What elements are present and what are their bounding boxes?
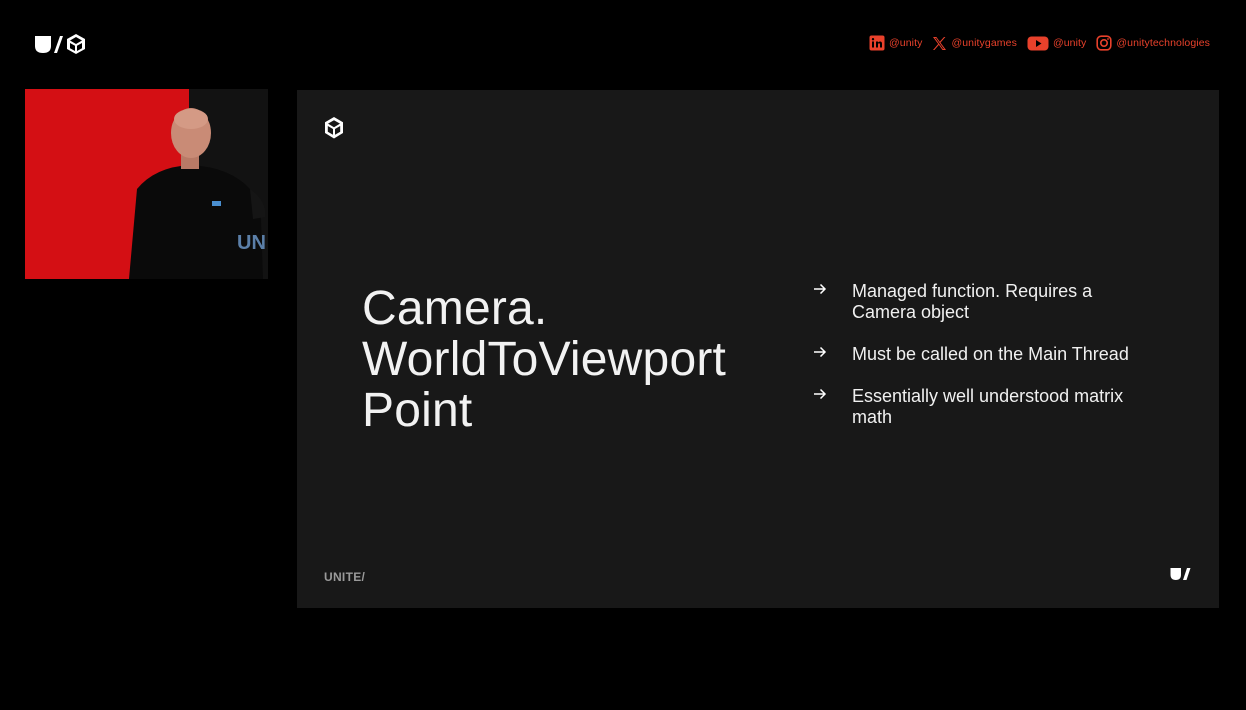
unity-cube-icon [324,117,344,144]
backdrop-text: UN [237,232,266,254]
linkedin-icon [869,35,885,51]
slide-title: Camera. WorldToViewport Point [362,283,782,436]
speaker-video: UN [25,89,268,279]
social-linkedin[interactable]: @unity [869,35,922,51]
arrow-right-icon [813,344,852,364]
slide-title-line: Camera. [362,282,548,335]
bullet-text: Must be called on the Main Thread [852,344,1129,364]
slide-title-line: WorldToViewport [362,333,727,386]
speaker-image: UN [25,89,268,279]
social-handle: @unitygames [951,37,1017,49]
social-instagram[interactable]: @unitytechnologies [1096,35,1210,51]
social-youtube[interactable]: @unity [1027,36,1086,51]
unity-brand-logo [34,33,86,55]
slide-title-line: Point [362,384,473,437]
bullet-item: Essentially well understood matrix math [813,386,1133,428]
bullet-item: Managed function. Requires a Camera obje… [813,281,1133,323]
bullet-text: Managed function. Requires a Camera obje… [852,281,1093,322]
social-x[interactable]: @unitygames [932,36,1017,51]
arrow-right-icon [813,386,852,406]
social-handle: @unity [889,37,923,49]
bullet-text: Essentially well understood matrix math [852,386,1124,427]
social-handle: @unitytechnologies [1116,37,1210,49]
x-icon [933,36,947,50]
u-slash-icon [35,34,85,54]
arrow-right-icon [813,281,852,301]
unite-footer-mark: UNITE/ [324,570,366,584]
bullet-list: Managed function. Requires a Camera obje… [813,281,1133,449]
stream-frame: @unity @unitygames @unity @unitytechnolo… [0,0,1246,710]
social-handle: @unity [1052,37,1087,49]
youtube-icon [1027,36,1049,50]
bullet-item: Must be called on the Main Thread [813,344,1133,365]
presentation-slide: Camera. WorldToViewport Point Managed fu… [297,90,1219,608]
u-slash-icon [1170,567,1191,586]
social-bar: @unity @unitygames @unity @unitytechnolo… [869,35,1210,51]
instagram-icon [1096,35,1112,51]
